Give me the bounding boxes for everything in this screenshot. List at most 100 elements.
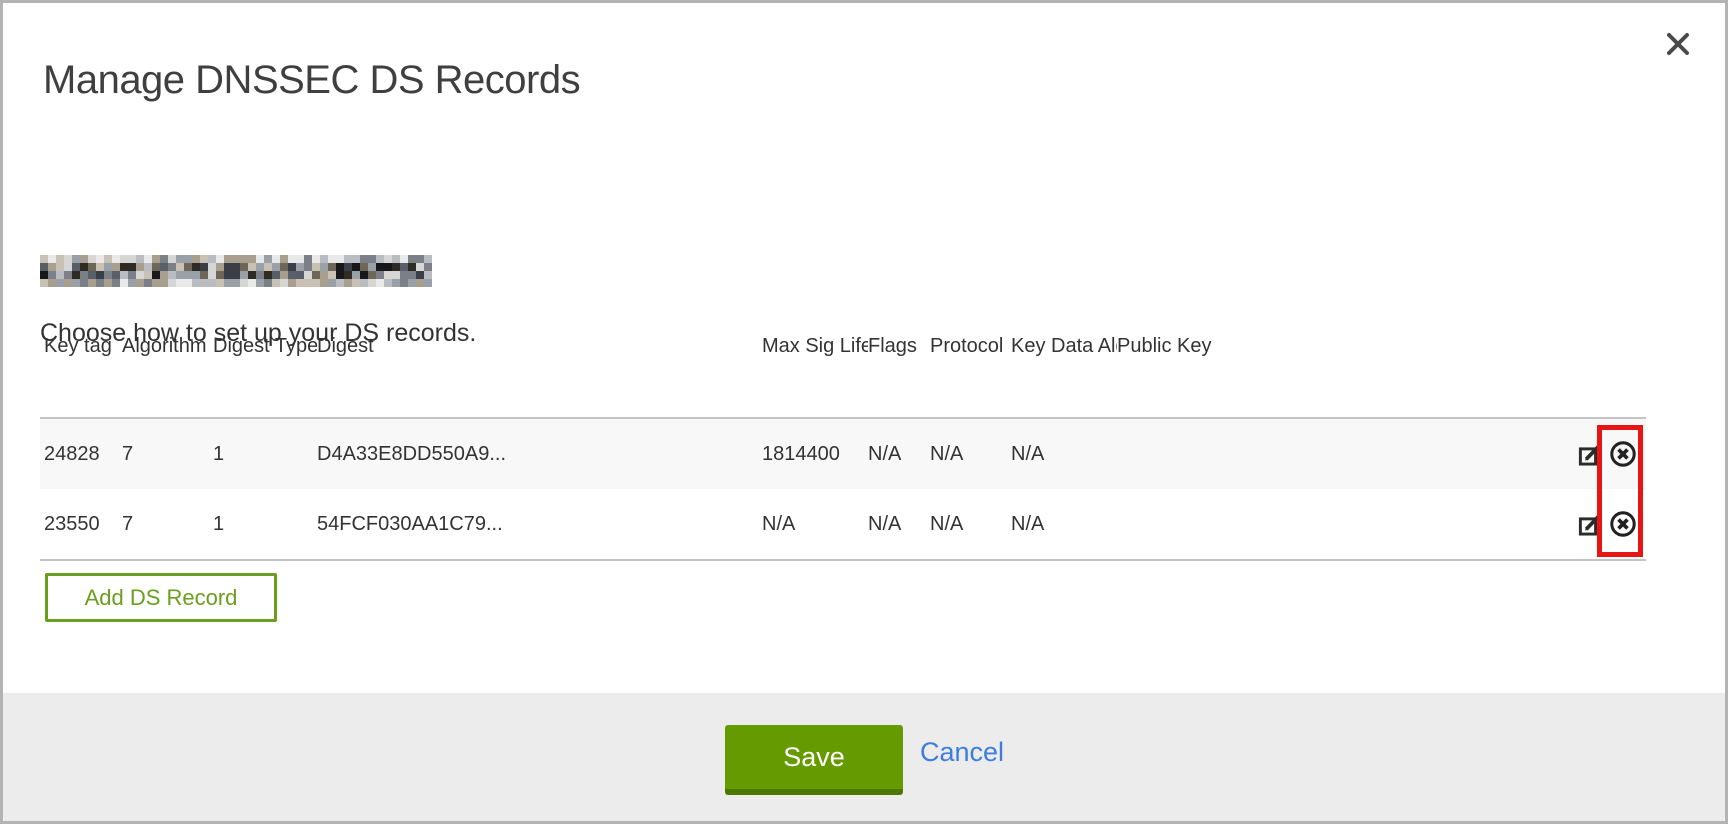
redaction-pixel: [232, 271, 240, 279]
add-ds-record-button[interactable]: Add DS Record: [45, 573, 277, 622]
redaction-pixel: [120, 263, 128, 271]
redaction-pixel: [272, 279, 280, 287]
cell-key-tag: 24828: [44, 443, 122, 466]
redaction-pixel: [104, 255, 112, 263]
redaction-pixel: [296, 255, 304, 263]
redaction-pixel: [240, 263, 248, 271]
redaction-pixel: [352, 255, 360, 263]
delete-record-button[interactable]: [1609, 510, 1637, 538]
redaction-pixel: [240, 271, 248, 279]
redaction-pixel: [128, 279, 136, 287]
redaction-pixel: [352, 263, 360, 271]
redaction-pixel: [176, 271, 184, 279]
redaction-pixel: [128, 271, 136, 279]
redaction-pixel: [128, 263, 136, 271]
redaction-pixel: [144, 271, 152, 279]
edit-pencil-icon: [1577, 511, 1604, 538]
redaction-pixel: [368, 255, 376, 263]
redaction-pixel: [408, 263, 416, 271]
redaction-pixel: [176, 263, 184, 271]
column-header-flags: Flags: [868, 335, 930, 358]
redaction-pixel: [112, 263, 120, 271]
redaction-pixel: [288, 279, 296, 287]
column-header-digest-type: Digest Type: [213, 335, 317, 358]
edit-record-button[interactable]: [1576, 440, 1604, 468]
redaction-pixel: [200, 255, 208, 263]
redaction-pixel: [216, 279, 224, 287]
redaction-pixel: [120, 279, 128, 287]
redaction-pixel: [320, 263, 328, 271]
column-header-algorithm: Algorithm: [122, 335, 213, 358]
redaction-pixel: [312, 255, 320, 263]
redaction-pixel: [312, 279, 320, 287]
redaction-pixel: [376, 271, 384, 279]
redaction-pixel: [88, 255, 96, 263]
redaction-pixel: [64, 255, 72, 263]
redaction-pixel: [400, 271, 408, 279]
redaction-pixel: [216, 263, 224, 271]
redaction-pixel: [112, 279, 120, 287]
redaction-pixel: [72, 271, 80, 279]
redaction-pixel: [272, 263, 280, 271]
delete-record-button[interactable]: [1609, 440, 1637, 468]
redaction-pixel: [72, 279, 80, 287]
cell-max-sig-life: 1814400: [762, 443, 868, 466]
row-actions: [1576, 440, 1637, 468]
redaction-pixel: [80, 255, 88, 263]
save-button[interactable]: Save: [725, 725, 903, 795]
redaction-pixel: [144, 255, 152, 263]
redaction-pixel: [312, 263, 320, 271]
redaction-pixel: [336, 279, 344, 287]
cell-flags: N/A: [868, 513, 930, 536]
redaction-pixel: [376, 255, 384, 263]
redaction-pixel: [408, 255, 416, 263]
redaction-pixel: [368, 279, 376, 287]
redaction-pixel: [304, 255, 312, 263]
edit-record-button[interactable]: [1576, 510, 1604, 538]
cell-digest: D4A33E8DD550A9...: [317, 443, 762, 466]
cell-protocol: N/A: [930, 513, 1011, 536]
redaction-pixel: [320, 271, 328, 279]
cell-algorithm: 7: [122, 513, 213, 536]
redaction-pixel: [160, 279, 168, 287]
cell-flags: N/A: [868, 443, 930, 466]
redaction-pixel: [112, 255, 120, 263]
redaction-pixel: [208, 271, 216, 279]
redaction-pixel: [328, 255, 336, 263]
redaction-pixel: [80, 263, 88, 271]
manage-dnssec-modal: Manage DNSSEC DS Records Choose how to s…: [0, 0, 1728, 824]
redaction-pixel: [96, 271, 104, 279]
redaction-pixel: [424, 255, 432, 263]
redaction-pixel: [136, 255, 144, 263]
redaction-pixel: [248, 279, 256, 287]
redaction-pixel: [360, 263, 368, 271]
redaction-pixel: [112, 271, 120, 279]
redaction-pixel: [360, 271, 368, 279]
close-icon[interactable]: [1662, 28, 1694, 60]
redacted-domain: [40, 255, 432, 287]
column-header-key-tag: Key tag: [44, 335, 122, 358]
redaction-pixel: [336, 271, 344, 279]
redaction-pixel: [176, 279, 184, 287]
redaction-pixel: [160, 255, 168, 263]
redaction-pixel: [224, 271, 232, 279]
redaction-pixel: [80, 279, 88, 287]
redaction-pixel: [200, 271, 208, 279]
redaction-pixel: [384, 279, 392, 287]
redaction-pixel: [200, 279, 208, 287]
redaction-pixel: [336, 263, 344, 271]
cancel-link[interactable]: Cancel: [920, 737, 1004, 768]
redaction-pixel: [328, 263, 336, 271]
cell-protocol: N/A: [930, 443, 1011, 466]
redaction-pixel: [384, 263, 392, 271]
redaction-pixel: [240, 279, 248, 287]
redaction-pixel: [192, 263, 200, 271]
cell-digest-type: 1: [213, 513, 317, 536]
redaction-pixel: [256, 255, 264, 263]
redaction-pixel: [376, 279, 384, 287]
redaction-pixel: [96, 255, 104, 263]
redaction-pixel: [104, 263, 112, 271]
redaction-pixel: [280, 279, 288, 287]
redaction-pixel: [48, 271, 56, 279]
redaction-pixel: [304, 279, 312, 287]
